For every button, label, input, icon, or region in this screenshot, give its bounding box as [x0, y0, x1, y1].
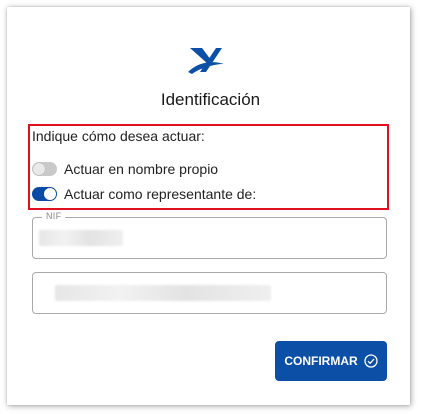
representative-label: Actuar como representante de: [64, 186, 257, 202]
page-title: Identificación [160, 90, 261, 109]
own-name-toggle[interactable] [32, 162, 57, 176]
confirm-label: CONFIRMAR [284, 354, 358, 368]
confirm-button[interactable]: CONFIRMAR [275, 341, 387, 381]
nif-field-label: NIF [42, 211, 66, 221]
agencia-tributaria-logo-icon [188, 48, 224, 74]
actuation-prompt: Indique cómo desea actuar: [32, 128, 205, 144]
representative-toggle[interactable] [32, 187, 57, 201]
own-name-label: Actuar en nombre propio [64, 161, 219, 177]
nif-value-redacted [39, 230, 123, 246]
nif-field[interactable]: NIF [32, 211, 387, 259]
toggle-knob [44, 188, 56, 200]
name-field[interactable] [32, 272, 387, 314]
option-representative[interactable]: Actuar como representante de: [32, 185, 256, 203]
name-value-redacted [55, 285, 271, 301]
toggle-knob [33, 163, 45, 175]
check-circle-icon [364, 354, 378, 368]
option-own-name[interactable]: Actuar en nombre propio [32, 160, 218, 178]
